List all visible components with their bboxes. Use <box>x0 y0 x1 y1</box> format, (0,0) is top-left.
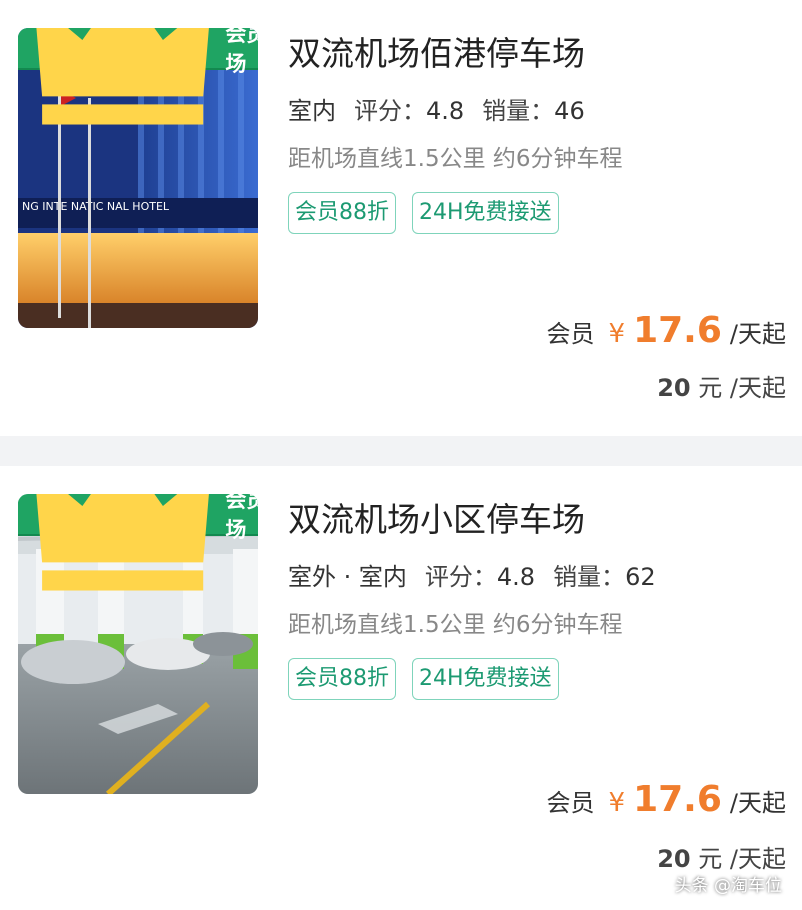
badge-label: 会员车场 <box>225 28 258 76</box>
original-price-value: 20 <box>657 374 691 402</box>
lot-title[interactable]: 双流机场佰港停车场 <box>288 32 786 76</box>
watermark: 头条 @淘车位 <box>674 876 782 896</box>
discount-tag: 会员88折 <box>288 192 396 234</box>
shuttle-tag: 24H免费接送 <box>412 658 559 700</box>
sales-label: 销量： <box>482 97 555 125</box>
crown-icon <box>36 494 209 591</box>
sales-label: 销量： <box>553 563 626 591</box>
rating-value: 4.8 <box>426 97 465 125</box>
price-unit: /天起 <box>729 320 786 348</box>
rating-label: 评分： <box>424 563 497 591</box>
price-value: 17.6 <box>633 779 722 820</box>
rating-value: 4.8 <box>496 563 536 591</box>
shuttle-tag: 24H免费接送 <box>412 192 559 234</box>
sales-value: 62 <box>625 563 656 591</box>
hotel-sign: NG INTE NATIC NAL HOTEL <box>22 200 170 213</box>
garage-photo: 会员车场 <box>18 494 258 794</box>
lot-title[interactable]: 双流机场小区停车场 <box>288 498 786 542</box>
discount-tag: 会员88折 <box>288 658 396 700</box>
distance-text: 距机场直线1.5公里 约6分钟车程 <box>288 612 623 638</box>
original-price: 20 元 /天起 <box>657 839 786 874</box>
parking-card-1[interactable]: NG INTE NATIC NAL HOTEL 会员车场 双流机场佰港停车场 室… <box>0 0 802 436</box>
yen-symbol: ¥ <box>608 788 626 818</box>
sales-value: 46 <box>554 97 585 125</box>
member-price: 会员 ¥17.6 /天起 <box>547 310 786 351</box>
price-value: 17.6 <box>633 310 722 351</box>
badge-label: 会员车场 <box>225 494 258 542</box>
lot-type: 室内 <box>288 94 336 130</box>
parking-card-2[interactable]: 会员车场 双流机场小区停车场 室外 · 室内 评分：4.8 销量：62 距机场直… <box>0 466 802 910</box>
original-price-unit: 元 /天起 <box>698 374 786 402</box>
hotel-photo: NG INTE NATIC NAL HOTEL 会员车场 <box>18 28 258 328</box>
lot-type: 室外 · 室内 <box>288 560 407 596</box>
price-unit: /天起 <box>729 789 786 817</box>
member-price: 会员 ¥17.6 /天起 <box>547 779 786 820</box>
original-price-value: 20 <box>657 845 691 873</box>
original-price-unit: 元 /天起 <box>698 845 786 873</box>
distance-text: 距机场直线1.5公里 约6分钟车程 <box>288 146 623 172</box>
yen-symbol: ¥ <box>608 319 626 349</box>
member-lot-badge: 会员车场 <box>18 494 258 591</box>
rating-label: 评分： <box>354 97 426 125</box>
member-lot-badge: 会员车场 <box>18 28 258 125</box>
price-label: 会员 <box>546 320 595 348</box>
price-label: 会员 <box>546 789 595 817</box>
crown-icon <box>36 28 209 125</box>
original-price: 20 元 /天起 <box>657 368 786 403</box>
